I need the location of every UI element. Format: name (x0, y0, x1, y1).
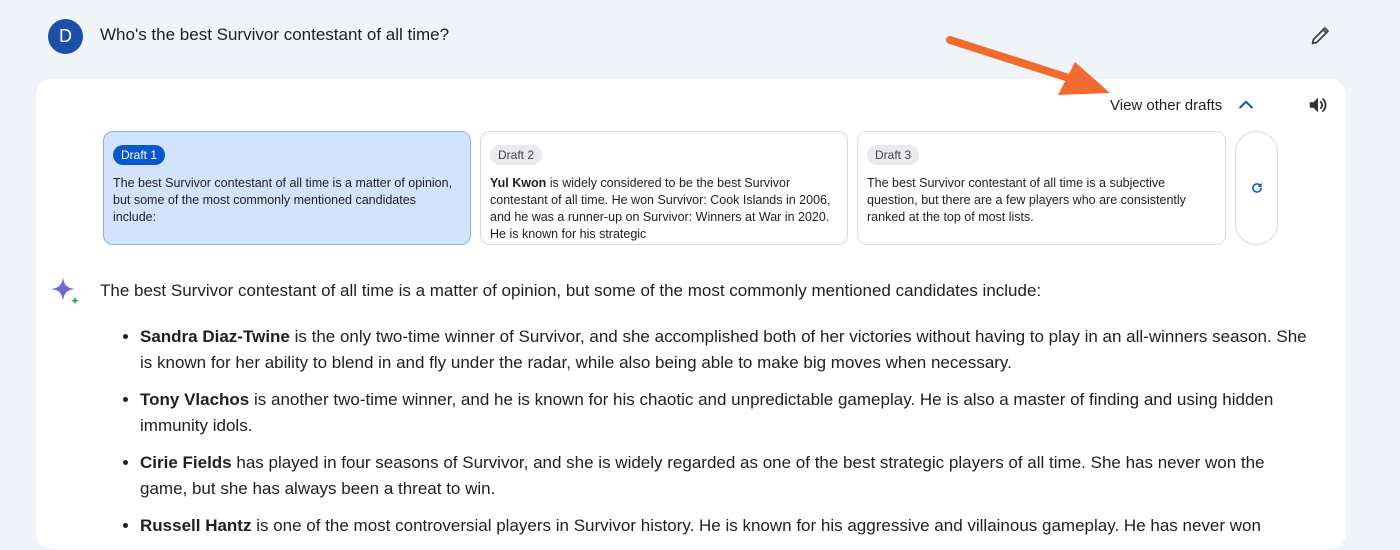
draft-card-2[interactable]: Draft 2 Yul Kwon is widely considered to… (480, 131, 848, 245)
prompt-text: Who's the best Survivor contestant of al… (100, 25, 450, 44)
speaker-icon (1309, 97, 1327, 113)
list-item: Sandra Diaz-Twine is the only two-time w… (140, 324, 1310, 376)
read-aloud-button[interactable] (1305, 92, 1331, 118)
draft-text: Yul Kwon is widely considered to be the … (490, 175, 838, 243)
draft-card-1[interactable]: Draft 1 The best Survivor contestant of … (103, 131, 471, 245)
contestant-description: is one of the most controversial players… (251, 516, 1261, 535)
draft-card-3[interactable]: Draft 3 The best Survivor contestant of … (857, 131, 1226, 245)
refresh-icon (1251, 182, 1262, 193)
pencil-icon (1311, 27, 1329, 45)
avatar-letter: D (59, 26, 72, 46)
regenerate-drafts-button[interactable] (1235, 131, 1278, 245)
draft-text: The best Survivor contestant of all time… (113, 176, 453, 224)
contestant-description: is the only two-time winner of Survivor,… (140, 327, 1307, 372)
list-item: Russell Hantz is one of the most controv… (140, 513, 1310, 539)
draft-badge: Draft 2 (490, 145, 543, 165)
contestant-name: Cirie Fields (140, 453, 232, 472)
view-other-drafts-button[interactable]: View other drafts (1110, 95, 1256, 115)
annotation-arrow (946, 36, 1110, 95)
list-item: Cirie Fields has played in four seasons … (140, 450, 1310, 502)
contestant-name: Tony Vlachos (140, 390, 250, 409)
draft-badge: Draft 3 (867, 145, 920, 165)
edit-prompt-button[interactable] (1306, 22, 1334, 50)
draft-badge: Draft 1 (113, 145, 166, 165)
chevron-up-icon (1239, 100, 1254, 109)
sparkle-icon (51, 277, 80, 306)
response-list: Sandra Diaz-Twine is the only two-time w… (120, 324, 1310, 550)
contestant-description: is another two-time winner, and he is kn… (140, 390, 1274, 435)
draft-bold-name: Yul Kwon (490, 176, 547, 190)
contestant-name: Russell Hantz (140, 516, 252, 535)
list-item: Tony Vlachos is another two-time winner,… (140, 387, 1310, 439)
response-intro: The best Survivor contestant of all time… (100, 281, 1042, 300)
view-other-drafts-label: View other drafts (1110, 96, 1223, 114)
contestant-name: Sandra Diaz-Twine (140, 327, 290, 346)
draft-text: The best Survivor contestant of all time… (867, 176, 1186, 224)
avatar: D (48, 19, 83, 54)
contestant-description: has played in four seasons of Survivor, … (140, 453, 1265, 498)
